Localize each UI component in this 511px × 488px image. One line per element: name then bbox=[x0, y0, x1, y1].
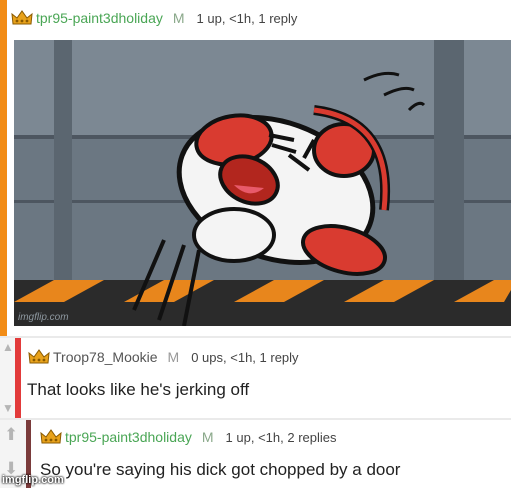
crown-icon bbox=[40, 429, 62, 444]
comment-image[interactable]: imgflip.com bbox=[14, 40, 511, 326]
username-link[interactable]: tpr95-paint3dholiday bbox=[65, 429, 192, 445]
mod-badge: M bbox=[167, 349, 180, 365]
site-watermark: imgflip.com bbox=[2, 474, 64, 486]
upvote-arrow-icon[interactable]: ▲ bbox=[2, 341, 14, 353]
comment-1-header: tpr95-paint3dholiday M 1 up, <1h, 1 repl… bbox=[11, 10, 297, 26]
comment-meta: 0 ups, <1h, 1 reply bbox=[191, 349, 299, 365]
comment-2-text: That looks like he's jerking off bbox=[27, 380, 250, 399]
crown-icon bbox=[11, 10, 33, 25]
comment-3-text: So you're saying his dick got chopped by… bbox=[40, 460, 401, 479]
thread-depth-bar bbox=[15, 338, 21, 418]
comment-meta: 1 up, <1h, 1 reply bbox=[196, 10, 298, 26]
image-watermark: imgflip.com bbox=[18, 312, 69, 323]
comment-3-header: tpr95-paint3dholiday M 1 up, <1h, 2 repl… bbox=[40, 429, 337, 445]
mod-badge: M bbox=[172, 10, 185, 26]
comment-meta: 1 up, <1h, 2 replies bbox=[225, 429, 337, 445]
crown-icon bbox=[28, 349, 50, 364]
upvote-arrow-icon[interactable]: ⬆ bbox=[4, 426, 18, 443]
username-link[interactable]: tpr95-paint3dholiday bbox=[36, 10, 163, 26]
downvote-arrow-icon[interactable]: ▼ bbox=[2, 402, 14, 414]
comment-2-header: Troop78_Mookie M 0 ups, <1h, 1 reply bbox=[28, 349, 299, 365]
username-link[interactable]: Troop78_Mookie bbox=[53, 349, 158, 365]
cartoon-image bbox=[14, 40, 511, 326]
mod-badge: M bbox=[201, 429, 214, 445]
